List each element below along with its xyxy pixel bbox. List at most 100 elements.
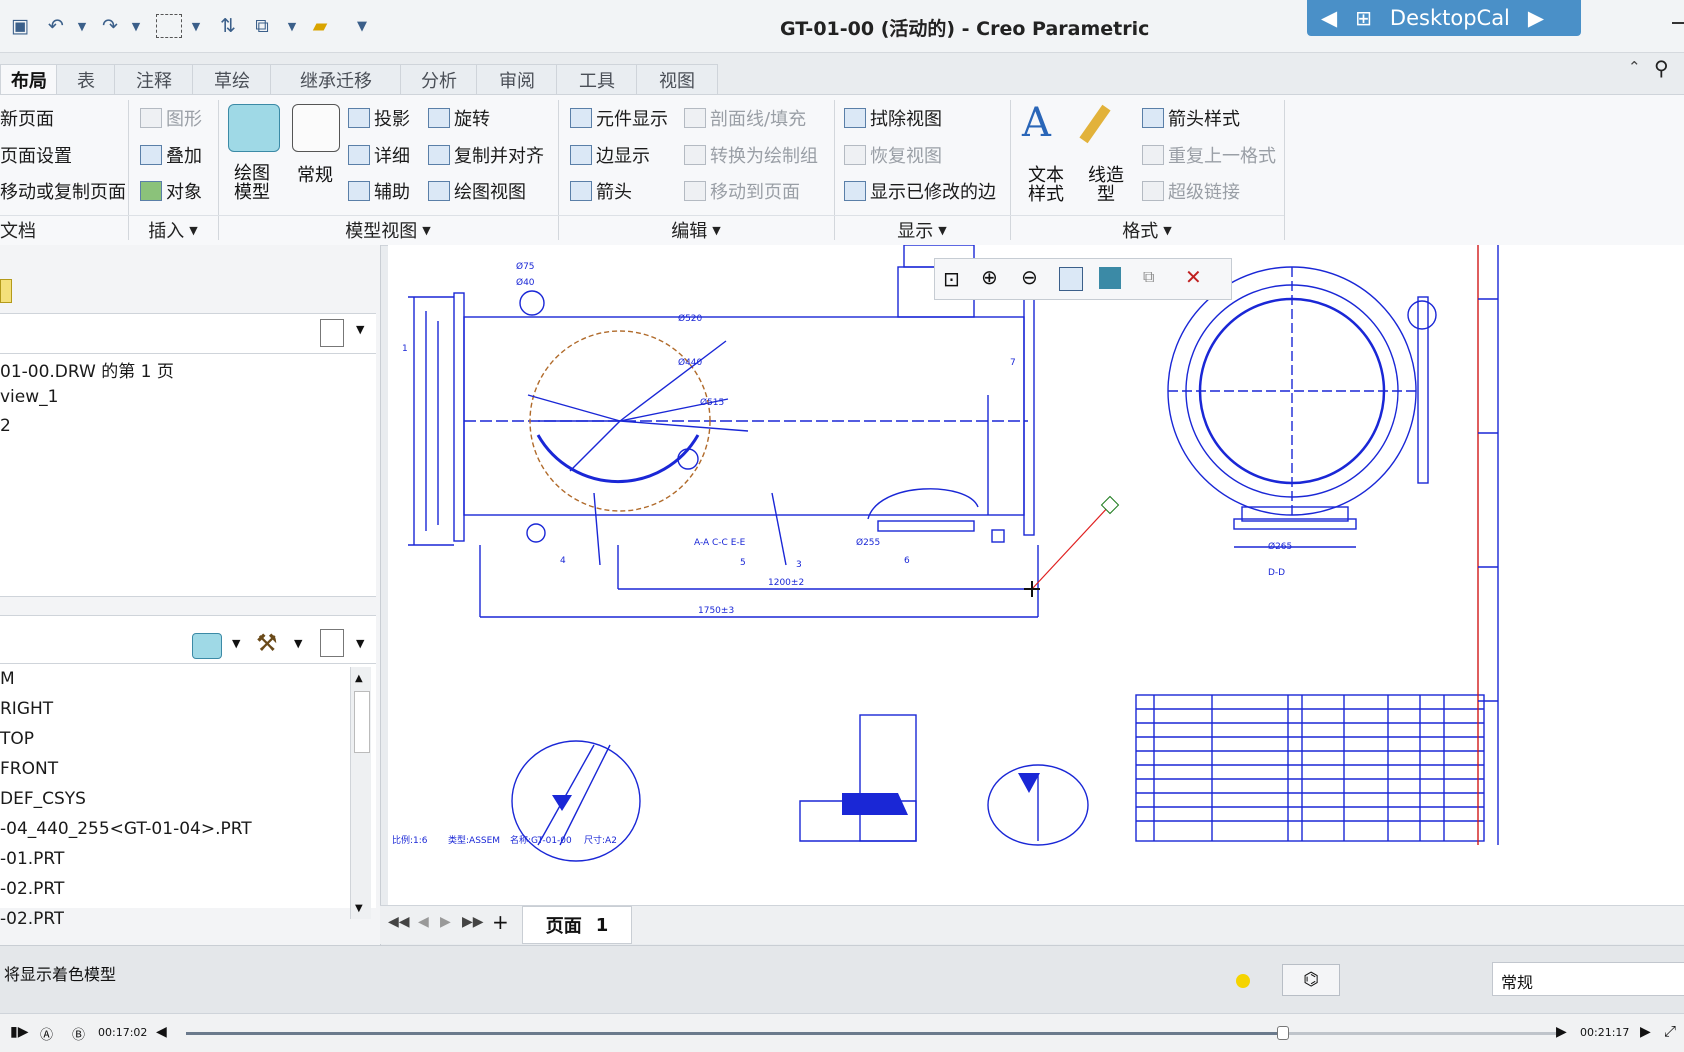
page-setup-button[interactable]: 页面设置 (0, 142, 72, 168)
tree-item[interactable]: 2 (0, 416, 11, 436)
arrow-button[interactable]: 箭头 (596, 182, 632, 203)
redo-dropdown-icon[interactable]: ▼ (124, 14, 148, 38)
model-tree-settings-dropdown-icon[interactable]: ▼ (356, 637, 364, 650)
customize-toolbar-icon[interactable]: ▼ (350, 14, 374, 38)
group-format[interactable]: 格式 ▼ (1010, 215, 1284, 244)
mark-a-icon[interactable]: Ⓐ (40, 1024, 53, 1043)
group-display[interactable]: 显示 ▼ (834, 215, 1010, 244)
page-tab[interactable]: 页面 1 (522, 906, 632, 944)
component-display-button[interactable]: 元件显示 (596, 109, 668, 130)
repeat-last-format-button[interactable]: 重复上一格式 (1168, 146, 1276, 167)
drawing-model-button[interactable]: 绘图模型 (232, 164, 272, 202)
close-window-icon[interactable]: ▰ (308, 14, 332, 38)
model-tree-item[interactable]: TOP (0, 729, 34, 749)
model-tree-item[interactable]: M (0, 669, 15, 689)
tree-item[interactable]: view_1 (0, 387, 58, 407)
detail-button[interactable]: 详细 (374, 146, 410, 167)
find-icon[interactable]: ⌬ (1282, 964, 1340, 996)
scroll-thumb[interactable] (354, 691, 370, 753)
save-icon[interactable]: ▣ (8, 14, 32, 38)
group-insert[interactable]: 插入 ▼ (128, 215, 218, 244)
model-tree-item[interactable]: -02.PRT (0, 909, 64, 929)
windows-icon[interactable]: ⧉ (250, 14, 274, 38)
tree-settings-dropdown-icon[interactable]: ▼ (356, 323, 364, 336)
group-edit[interactable]: 编辑 ▼ (558, 215, 834, 244)
drawing-canvas[interactable]: Ø75 Ø40 Ø520 Ø440 Ø515 Ø255 Ø265 D-D 120… (388, 244, 1684, 905)
model-tree-item[interactable]: DEF_CSYS (0, 789, 86, 809)
restore-view-button[interactable]: 恢复视图 (870, 146, 942, 167)
prev-page-icon[interactable]: ◀ (418, 914, 429, 930)
new-page-button[interactable]: 新页面 (0, 105, 54, 131)
line-style-button[interactable]: 线造型 (1086, 166, 1126, 204)
convert-group-button[interactable]: 转换为绘制组 (710, 146, 818, 167)
tab-legacy-migration[interactable]: 继承迁移 (270, 64, 402, 95)
model-tree-item[interactable]: -02.PRT (0, 879, 64, 899)
windows-dropdown-icon[interactable]: ▼ (280, 14, 304, 38)
copy-align-button[interactable]: 复制并对齐 (454, 146, 544, 167)
next-page-icon[interactable]: ▶ (440, 914, 451, 930)
group-model-views[interactable]: 模型视图 ▼ (218, 215, 558, 244)
show-modified-edges-button[interactable]: 显示已修改的边 (870, 182, 996, 203)
tab-view[interactable]: 视图 (636, 64, 718, 95)
scrollbar[interactable]: ▲ ▼ (350, 667, 371, 919)
tab-analysis[interactable]: 分析 (400, 64, 478, 95)
first-page-icon[interactable]: ◀◀ (388, 914, 410, 930)
select-dropdown-icon[interactable]: ▼ (184, 14, 208, 38)
general-view-button[interactable]: 常规 (292, 166, 338, 185)
datum-display-icon[interactable]: ✕ (1185, 265, 1202, 289)
arrow-right-icon[interactable]: ▶ (1528, 6, 1544, 30)
model-tree-item[interactable]: -04_440_255<GT-01-04>.PRT (0, 819, 252, 839)
repaint-icon[interactable] (1059, 267, 1083, 291)
undo-dropdown-icon[interactable]: ▼ (70, 14, 94, 38)
tools-dropdown-icon[interactable]: ▼ (294, 637, 302, 650)
model-tree-settings-icon[interactable] (320, 629, 344, 657)
tab-table[interactable]: 表 (56, 64, 116, 95)
scroll-up-icon[interactable]: ▲ (355, 673, 363, 684)
next-icon[interactable]: ▶ (1640, 1024, 1651, 1040)
mark-b-icon[interactable]: Ⓑ (72, 1024, 85, 1043)
auxiliary-button[interactable]: 辅助 (374, 182, 410, 203)
erase-view-button[interactable]: 拭除视图 (870, 109, 942, 130)
fullscreen-icon[interactable]: ⤢ (1664, 1022, 1676, 1040)
model-tree-item[interactable]: FRONT (0, 759, 58, 779)
tab-annotate[interactable]: 注释 (114, 64, 194, 95)
folder-icon[interactable] (0, 279, 12, 303)
add-page-button[interactable]: + (492, 910, 509, 934)
tab-tools[interactable]: 工具 (556, 64, 638, 95)
projection-button[interactable]: 投影 (374, 109, 410, 130)
hatch-button[interactable]: 剖面线/填充 (710, 109, 806, 130)
zoom-in-icon[interactable]: ⊕ (981, 265, 998, 289)
display-style-icon[interactable] (1099, 267, 1121, 289)
search-icon[interactable]: ⚲ (1654, 56, 1669, 80)
tree-settings-icon[interactable] (320, 319, 344, 347)
refit-icon[interactable]: ⊡ (943, 267, 960, 291)
annotation-display-icon[interactable]: ⧉ (1143, 267, 1154, 287)
move-to-page-button[interactable]: 移动到页面 (710, 182, 800, 203)
regenerate-icon[interactable]: ⇅ (216, 14, 240, 38)
grid-icon[interactable]: ⊞ (1355, 6, 1372, 30)
play-pause-icon[interactable]: ▮▶ (10, 1024, 28, 1040)
tab-sketch[interactable]: 草绘 (192, 64, 272, 95)
select-box-icon[interactable] (156, 14, 182, 38)
redo-icon[interactable]: ↷ (98, 14, 122, 38)
model-dropdown-icon[interactable]: ▼ (232, 637, 240, 650)
arrow-style-button[interactable]: 箭头样式 (1168, 109, 1240, 130)
overlay-button[interactable]: 叠加 (166, 146, 202, 167)
undo-icon[interactable]: ↶ (44, 14, 68, 38)
tree-item[interactable]: 01-00.DRW 的第 1 页 (0, 357, 174, 382)
object-button[interactable]: 对象 (166, 182, 202, 203)
model-tree-item[interactable]: -01.PRT (0, 849, 64, 869)
model-tree-item[interactable]: RIGHT (0, 699, 53, 719)
rewind-icon[interactable]: ◀ (156, 1024, 167, 1040)
scroll-down-icon[interactable]: ▼ (355, 903, 363, 914)
progress-track[interactable] (186, 1032, 1556, 1035)
graphic-button[interactable]: 图形 (166, 109, 202, 130)
zoom-out-icon[interactable]: ⊖ (1021, 265, 1038, 289)
minimize-icon[interactable] (1672, 22, 1684, 24)
revolve-button[interactable]: 旋转 (454, 109, 490, 130)
text-style-button[interactable]: 文本样式 (1026, 166, 1066, 204)
filter-select[interactable]: 常规 (1492, 962, 1684, 996)
drawing-view-button[interactable]: 绘图视图 (454, 182, 526, 203)
forward-icon[interactable]: ▶ (1556, 1024, 1567, 1040)
collapse-ribbon-icon[interactable]: ⌃ (1628, 58, 1641, 76)
